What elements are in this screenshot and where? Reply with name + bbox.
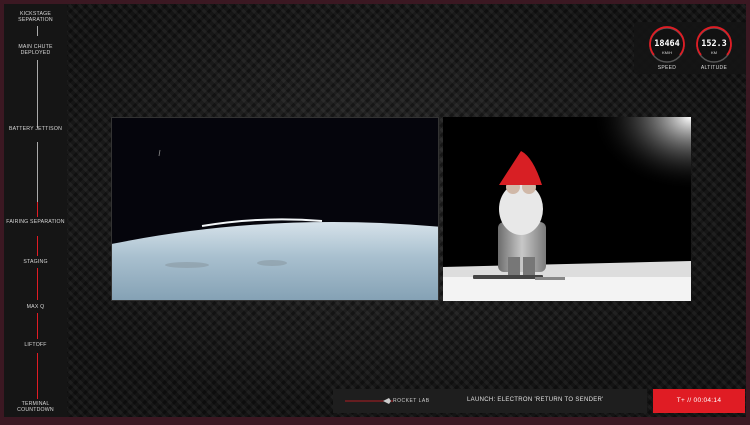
timeline-line-complete: [37, 353, 38, 399]
timeline-line: [37, 60, 38, 128]
mission-title: LAUNCH: ELECTRON 'RETURN TO SENDER': [467, 397, 604, 403]
speed-gauge: 18464 KM/H: [648, 26, 686, 64]
mission-lower-bar: ROCKET LAB LAUNCH: ELECTRON 'RETURN TO S…: [333, 389, 647, 413]
timeline-line-complete: [37, 236, 38, 256]
altitude-value: 152.3: [701, 39, 727, 49]
milestone-fairing-separation: FAIRING SEPARATION: [6, 219, 65, 225]
timeline-line-complete: [37, 268, 38, 300]
milestone-terminal-countdown: TERMINAL COUNTDOWN: [17, 401, 54, 413]
earth-horizon-image: [112, 118, 438, 300]
rocket-lab-logo-icon: [345, 398, 393, 404]
rocket-lab-logo-text: ROCKET LAB: [393, 398, 430, 404]
gnome-payload-image: [443, 117, 691, 301]
altitude-unit: KM: [711, 50, 717, 55]
milestone-staging: STAGING: [23, 259, 48, 265]
milestone-liftoff: LIFTOFF: [24, 342, 47, 348]
mission-clock: T+ // 00:04:14: [653, 389, 745, 413]
speed-unit: KM/H: [662, 50, 672, 55]
gnome-payload-camera-feed: [443, 117, 691, 301]
milestone-battery-jettison: BATTERY JETTISON: [8, 126, 63, 132]
altitude-caption: ALTITUDE: [700, 65, 728, 71]
telemetry-panel: 18464 KM/H SPEED 152.3 KM ALTITUDE: [634, 22, 746, 74]
timeline-line-complete: [37, 202, 38, 217]
timeline-line: [37, 142, 38, 202]
speed-caption: SPEED: [657, 65, 677, 71]
timeline-line-complete: [37, 313, 38, 339]
milestone-max-q: MAX Q: [26, 304, 45, 310]
earth-horizon-camera-feed: [111, 117, 439, 301]
speed-value: 18464: [654, 39, 680, 49]
timeline-line: [37, 26, 38, 36]
mission-timeline: KICKSTAGE SEPARATION MAIN CHUTE DEPLOYED…: [4, 4, 67, 417]
altitude-gauge: 152.3 KM: [695, 26, 733, 64]
milestone-main-chute-deployed: MAIN CHUTE DEPLOYED: [18, 44, 53, 56]
milestone-kickstage-separation: KICKSTAGE SEPARATION: [18, 11, 53, 23]
